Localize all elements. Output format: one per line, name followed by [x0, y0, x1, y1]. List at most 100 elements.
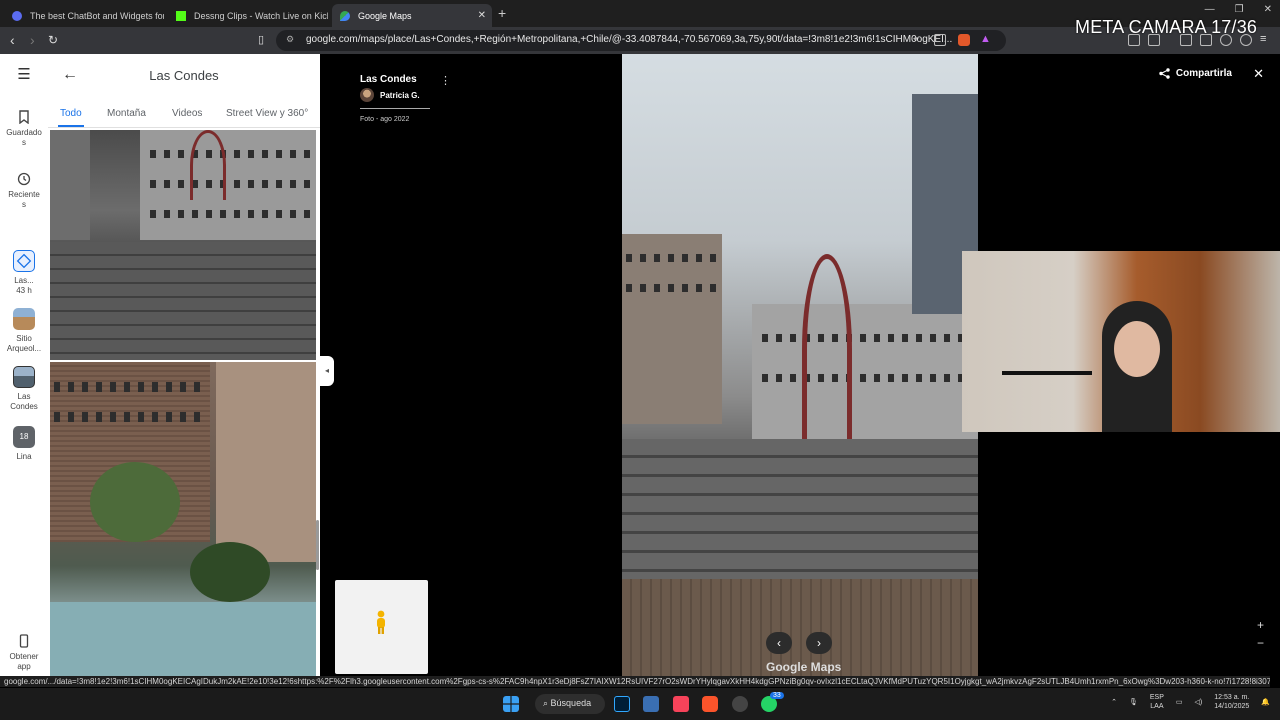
rail-place-las-condes[interactable]: Las Condes — [0, 366, 48, 412]
close-window-icon[interactable]: ✕ — [1264, 4, 1272, 15]
rail-place-archaeological[interactable]: Sitio Arqueol... — [0, 308, 48, 354]
clock[interactable]: 12:53 a. m. 14/10/2025 — [1214, 693, 1249, 711]
tab-kick[interactable]: Dessng Clips - Watch Live on Kick — [168, 4, 328, 27]
close-tab-icon[interactable]: ✕ — [478, 10, 486, 21]
tab-all[interactable]: Todo — [58, 108, 84, 127]
google-maps-logo: Google Maps — [766, 660, 842, 674]
avatar — [360, 88, 374, 102]
windows-row — [762, 374, 972, 382]
back-nav-icon[interactable]: ‹ — [10, 32, 15, 48]
reload-icon[interactable]: ↻ — [48, 33, 58, 47]
language-indicator[interactable]: ESP LAA — [1150, 693, 1164, 711]
main-photo[interactable] — [622, 54, 978, 676]
clock-time: 12:53 a. m. — [1214, 694, 1250, 701]
store-icon[interactable] — [643, 696, 659, 712]
taskbar-search[interactable]: ⌕ Búsqueda — [535, 694, 605, 714]
phone-icon — [19, 634, 29, 648]
volume-icon[interactable]: ◁) — [1195, 698, 1203, 706]
forward-nav-icon[interactable]: › — [30, 32, 35, 48]
window-controls: — ❐ ✕ — [1205, 4, 1272, 15]
more-options-icon[interactable]: ⋮ — [440, 74, 451, 87]
tree-shape — [190, 542, 270, 602]
menu-icon[interactable]: ≡ — [1260, 33, 1266, 45]
divider — [360, 108, 430, 109]
rail-lina[interactable]: 18 Lina — [0, 426, 48, 462]
network-icon[interactable]: ▭ — [1176, 698, 1183, 706]
tab-street-view[interactable]: Street View y 360° — [226, 108, 308, 119]
minimize-icon[interactable]: — — [1205, 4, 1215, 15]
tab-title: Google Maps — [358, 10, 412, 21]
photo-date: Foto - ago 2022 — [360, 116, 410, 123]
clock-date: 14/10/2025 — [1214, 703, 1250, 710]
collapse-panel-button[interactable]: ◂ — [320, 356, 334, 386]
cast-icon[interactable] — [934, 34, 946, 46]
photoshop-icon[interactable] — [614, 696, 630, 712]
hamburger-menu-icon[interactable]: ☰ — [0, 67, 48, 82]
place-name: Las Condes — [360, 74, 417, 85]
url-field[interactable]: ⚙ google.com/maps/place/Las+Condes,+Regi… — [276, 30, 1006, 51]
previous-photo-button[interactable]: ‹ — [766, 632, 792, 654]
photo-thumbnail-plaza[interactable] — [50, 130, 316, 360]
notifications-icon[interactable]: 🔔 — [1261, 698, 1270, 706]
rail-get-app[interactable]: Obtener app — [0, 634, 48, 672]
lang-code: ESP — [1149, 694, 1164, 701]
windows-start-icon[interactable] — [503, 696, 519, 712]
rail-saved[interactable]: Guardado s — [0, 110, 48, 148]
rail-label: Las Condes — [10, 392, 38, 411]
search-icon: ⌕ — [543, 698, 551, 708]
zoom-in-button[interactable]: + — [1257, 616, 1264, 634]
panel-header: ← Las Condes — [48, 54, 320, 102]
tray-chevron-icon[interactable]: ⌃ — [1111, 698, 1117, 706]
tab-google-maps[interactable]: Google Maps ✕ — [332, 4, 492, 27]
stairs-shape — [622, 439, 978, 579]
windows-row — [626, 284, 716, 292]
url-text: google.com/maps/place/Las+Condes,+Región… — [306, 34, 953, 45]
system-tray: ⌃ 🎙 ESP LAA ▭ ◁) 12:53 a. m. 14/10/2025 … — [1111, 693, 1270, 711]
obs-icon[interactable] — [732, 696, 748, 712]
share-icon — [1159, 68, 1170, 79]
rail-label: Lina — [16, 452, 32, 461]
building-shape — [216, 362, 316, 562]
restore-icon[interactable]: ❐ — [1235, 4, 1244, 15]
microphone-icon[interactable]: 🎙 — [1129, 698, 1138, 706]
rail-label: Obtener app — [9, 652, 39, 671]
street-view-pegman-tile[interactable] — [335, 580, 428, 674]
brave-browser-icon[interactable] — [702, 696, 718, 712]
windows-row — [54, 382, 204, 392]
photo-thumbnail-fountain[interactable] — [50, 362, 316, 676]
tab-videos[interactable]: Videos — [172, 108, 202, 119]
zoom-out-button[interactable]: − — [1257, 634, 1264, 652]
panel-scrollbar[interactable] — [316, 520, 319, 570]
windows-row — [54, 412, 204, 422]
history-icon — [17, 172, 31, 186]
location-icon[interactable]: ⌖ — [913, 34, 919, 45]
photo-category-tabs: Todo Montaña Videos Street View y 360° — [48, 102, 320, 128]
share-label: Compartirla — [1175, 68, 1232, 79]
chatbot-favicon-icon — [12, 10, 22, 21]
share-button[interactable]: Compartirla — [1159, 68, 1232, 79]
rail-recents[interactable]: Reciente s — [0, 172, 48, 210]
music-app-icon[interactable] — [673, 696, 689, 712]
photos-side-panel: ← Las Condes Todo Montaña Videos Street … — [48, 54, 320, 676]
rail-directions[interactable]: Las... 43 h — [0, 250, 48, 296]
brave-rewards-icon[interactable]: ▲ — [980, 33, 991, 45]
bookmark-icon — [19, 110, 29, 124]
close-viewer-icon[interactable]: ✕ — [1253, 66, 1264, 82]
link-status-bar: google.com/.../data=!3m8!1e2!3m6!1sCIHM0… — [0, 676, 1270, 687]
tab-chatbot[interactable]: The best ChatBot and Widgets for Ki — [4, 4, 164, 27]
bookmark-page-icon[interactable]: ▯ — [258, 33, 264, 46]
tab-title: The best ChatBot and Widgets for Ki — [30, 10, 164, 21]
place-thumbnail — [13, 366, 35, 388]
tab-title: Dessng Clips - Watch Live on Kick — [194, 10, 328, 21]
windows-row — [150, 150, 310, 158]
tab-mountain[interactable]: Montaña — [107, 108, 146, 119]
new-tab-button[interactable]: + — [498, 5, 506, 21]
author-row[interactable]: Patricia G. — [360, 88, 420, 102]
windows-row — [762, 334, 972, 342]
place-thumbnail — [13, 308, 35, 330]
calendar-icon: 18 — [13, 426, 35, 448]
next-photo-button[interactable]: › — [806, 632, 832, 654]
brave-shield-icon[interactable] — [958, 34, 970, 46]
site-info-icon[interactable]: ⚙ — [286, 34, 294, 45]
rail-label: Las... 43 h — [14, 276, 34, 295]
